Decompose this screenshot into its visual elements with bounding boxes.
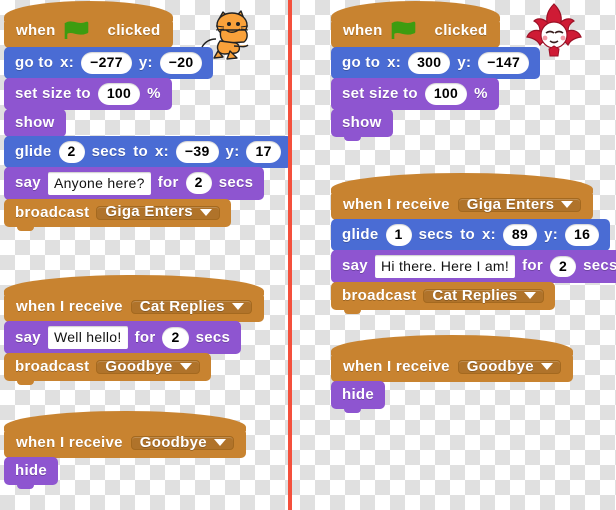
say-secs-input[interactable]: 2: [162, 326, 189, 349]
receive-message-dropdown[interactable]: Goodbye: [457, 359, 561, 374]
receive-message-dropdown[interactable]: Cat Replies: [130, 299, 252, 314]
chevron-down-icon: [179, 363, 192, 371]
green-flag-icon: [391, 21, 417, 40]
glide-x-input[interactable]: 89: [502, 224, 538, 246]
chevron-down-icon: [199, 208, 212, 216]
broadcast-message-dropdown[interactable]: Goodbye: [96, 359, 200, 375]
broadcast-message-dropdown[interactable]: Giga Enters: [96, 204, 220, 220]
when-flag-clicked-hat-block[interactable]: when clicked: [4, 1, 173, 52]
glide-block[interactable]: glide 1 secs to x: 89 y: 16: [331, 219, 611, 255]
broadcast-block[interactable]: broadcast Cat Replies: [331, 282, 556, 315]
chevron-down-icon: [524, 292, 537, 300]
say-message-input[interactable]: Hi there. Here I am!: [374, 254, 516, 279]
giga-icon: [526, 3, 582, 57]
receive-message-dropdown[interactable]: Goodbye: [130, 435, 234, 450]
set-size-block[interactable]: set size to 100 %: [331, 77, 499, 114]
show-block[interactable]: show: [4, 108, 66, 141]
script-giga-goodbye[interactable]: when I receive Goodbye hide: [331, 335, 573, 413]
hat-cap: [4, 411, 246, 431]
say-for-secs-block[interactable]: say Hi there. Here I am! for 2 secs: [331, 249, 616, 288]
when-i-receive-hat-block[interactable]: when I receive Goodbye: [331, 335, 573, 386]
say-secs-input[interactable]: 2: [550, 255, 577, 278]
receive-message-dropdown[interactable]: Giga Enters: [457, 197, 582, 212]
scratch-cat-icon: [201, 10, 249, 60]
glide-secs-input[interactable]: 2: [58, 140, 85, 163]
hide-block[interactable]: hide: [331, 381, 386, 413]
column-divider: [288, 0, 292, 510]
glide-secs-input[interactable]: 1: [385, 224, 412, 246]
hide-block[interactable]: hide: [4, 457, 59, 489]
when-flag-clicked-hat-block[interactable]: when clicked: [331, 1, 500, 52]
go-to-xy-block[interactable]: go to x: −277 y: −20: [4, 47, 214, 83]
scratch-block-canvas: when clicked go to x: −277 y: −20 set si…: [0, 0, 616, 510]
go-to-y-input[interactable]: −147: [478, 52, 530, 74]
say-message-input[interactable]: Well hello!: [47, 326, 128, 350]
go-to-xy-block[interactable]: go to x: 300 y: −147: [331, 47, 541, 83]
chevron-down-icon: [231, 303, 244, 310]
when-i-receive-hat-block[interactable]: when I receive Goodbye: [4, 411, 246, 462]
set-size-input[interactable]: 100: [424, 82, 468, 105]
go-to-x-input[interactable]: 300: [408, 52, 451, 74]
set-size-input[interactable]: 100: [97, 82, 141, 105]
broadcast-message-dropdown[interactable]: Cat Replies: [423, 288, 545, 304]
glide-x-input[interactable]: −39: [175, 140, 219, 163]
show-block[interactable]: show: [331, 108, 393, 141]
go-to-x-input[interactable]: −277: [81, 52, 132, 74]
hat-cap: [331, 173, 594, 193]
script-giga-main[interactable]: when clicked go to x: 300 y: −147 set si…: [331, 1, 541, 141]
hat-cap: [331, 1, 500, 21]
hat-cap: [331, 335, 573, 355]
chevron-down-icon: [213, 439, 226, 446]
when-i-receive-hat-block[interactable]: when I receive Cat Replies: [4, 275, 264, 326]
script-cat-goodbye[interactable]: when I receive Goodbye hide: [4, 411, 246, 489]
glide-y-input[interactable]: 17: [246, 140, 281, 163]
script-cat-reply[interactable]: when I receive Cat Replies say Well hell…: [4, 275, 264, 386]
when-i-receive-hat-block[interactable]: when I receive Giga Enters: [331, 173, 594, 224]
scratch-cat-sprite: [196, 6, 256, 65]
say-secs-input[interactable]: 2: [185, 172, 212, 195]
say-for-secs-block[interactable]: say Anyone here? for 2 secs: [4, 166, 265, 205]
set-size-block[interactable]: set size to 100 %: [4, 77, 172, 114]
glide-block[interactable]: glide 2 secs to x: −39 y: 17: [4, 135, 292, 172]
say-message-input[interactable]: Anyone here?: [47, 171, 151, 195]
broadcast-block[interactable]: broadcast Giga Enters: [4, 198, 231, 231]
giga-sprite: [524, 2, 584, 65]
chevron-down-icon: [540, 363, 553, 370]
hat-cap: [4, 275, 264, 295]
say-for-secs-block[interactable]: say Well hello! for 2 secs: [4, 321, 242, 359]
glide-y-input[interactable]: 16: [565, 224, 600, 246]
hat-cap: [4, 1, 173, 21]
chevron-down-icon: [561, 201, 574, 208]
script-giga-enters[interactable]: when I receive Giga Enters glide 1 secs …: [331, 173, 616, 315]
green-flag-icon: [64, 21, 90, 40]
broadcast-block[interactable]: broadcast Goodbye: [4, 353, 211, 386]
